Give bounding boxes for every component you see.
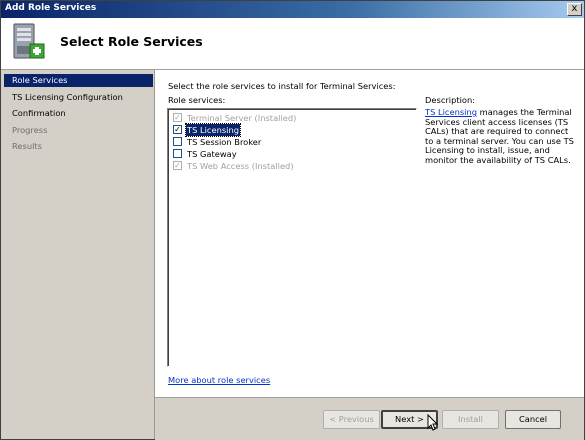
main-content: Select the role services to install for … <box>155 70 584 397</box>
nav-item-confirmation[interactable]: Confirmation <box>4 107 153 120</box>
nav-item-results: Results <box>12 141 42 151</box>
role-services-label: Role services: <box>168 95 226 105</box>
role-service-label[interactable]: TS Session Broker <box>186 136 262 148</box>
nav-item-progress: Progress <box>12 125 48 135</box>
checkbox-terminal-server: ✓ <box>173 113 182 122</box>
instruction-text: Select the role services to install for … <box>168 81 396 91</box>
checkbox-ts-web-access: ✓ <box>173 161 182 170</box>
description-text: manages the Terminal Services client acc… <box>425 107 574 165</box>
checkbox-ts-licensing[interactable]: ✓ <box>173 125 182 134</box>
ts-licensing-help-link[interactable]: TS Licensing <box>425 107 477 117</box>
title-bar[interactable]: Add Role Services x <box>1 1 584 18</box>
checkbox-ts-gateway[interactable] <box>173 149 182 158</box>
nav-item-role-services[interactable]: Role Services <box>4 74 153 87</box>
close-button[interactable]: x <box>567 3 582 16</box>
role-service-label[interactable]: TS Licensing <box>185 123 241 137</box>
close-icon: x <box>571 3 578 14</box>
add-role-services-window: Add Role Services x Select Role Services… <box>0 0 585 440</box>
previous-button[interactable]: < Previous <box>323 410 380 429</box>
checkbox-ts-session-broker[interactable] <box>173 137 182 146</box>
description-title: Description: <box>425 95 476 105</box>
wizard-steps-sidebar: Role Services TS Licensing Configuration… <box>1 70 155 439</box>
cancel-button[interactable]: Cancel <box>505 410 561 429</box>
wizard-header: Select Role Services <box>1 18 584 70</box>
more-about-role-services-link[interactable]: More about role services <box>168 375 270 385</box>
role-service-label: Terminal Server (Installed) <box>187 113 297 123</box>
role-service-label[interactable]: TS Gateway <box>186 148 238 160</box>
install-button[interactable]: Install <box>442 410 499 429</box>
mouse-cursor-icon <box>427 414 438 431</box>
nav-item-ts-licensing-configuration[interactable]: TS Licensing Configuration <box>4 91 153 104</box>
role-services-list[interactable]: ✓ Terminal Server (Installed) ✓ TS Licen… <box>167 108 417 367</box>
server-add-icon <box>13 23 45 59</box>
role-service-label: TS Web Access (Installed) <box>187 161 294 171</box>
page-title: Select Role Services <box>60 34 203 49</box>
description-body: TS Licensing manages the Terminal Servic… <box>425 107 575 165</box>
wizard-footer: < Previous Next > Install Cancel <box>155 397 584 440</box>
window-title: Add Role Services <box>5 3 97 13</box>
